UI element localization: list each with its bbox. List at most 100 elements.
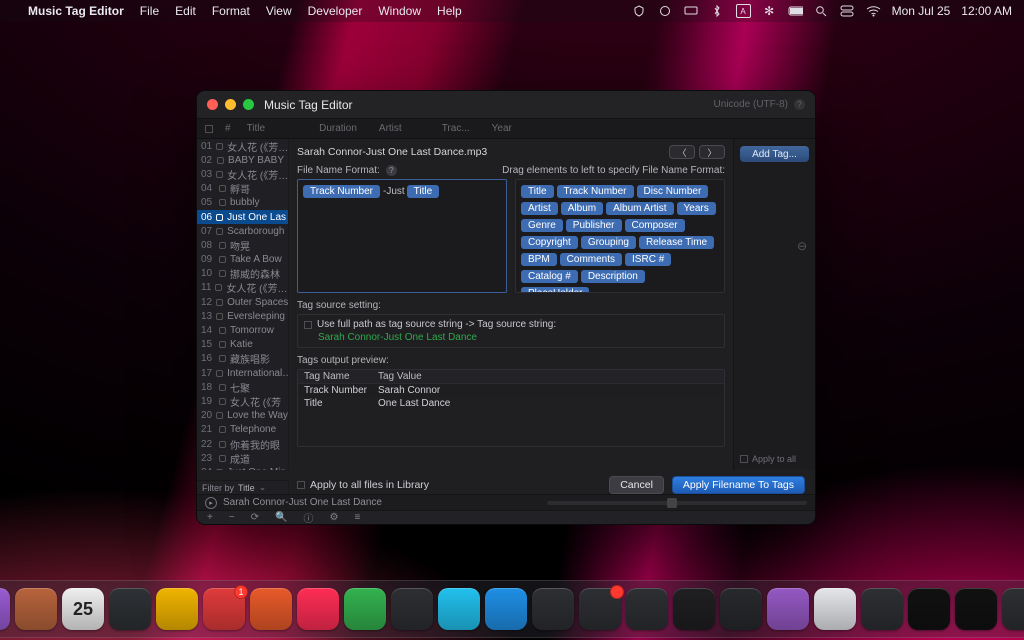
track-row[interactable]: 05bubbly — [197, 196, 288, 210]
available-tag[interactable]: Title — [521, 185, 554, 198]
search-icon[interactable] — [814, 4, 829, 18]
available-tag[interactable]: Artist — [521, 202, 558, 215]
visibility-toggle[interactable] — [216, 228, 223, 235]
visibility-toggle[interactable] — [216, 214, 223, 221]
visibility-toggle[interactable] — [216, 313, 223, 320]
dock-app[interactable] — [438, 588, 480, 630]
menu-help[interactable]: Help — [437, 4, 462, 18]
dock-app[interactable] — [579, 588, 621, 630]
list-icon[interactable]: ≡ — [355, 512, 361, 523]
visibility-toggle[interactable] — [219, 441, 226, 448]
filter-chevron-icon[interactable]: ⌄ — [259, 482, 267, 493]
filter-mode[interactable]: Title — [238, 483, 255, 493]
display-icon[interactable] — [684, 4, 699, 18]
col-year[interactable]: Year — [492, 123, 512, 134]
visibility-toggle[interactable] — [219, 242, 226, 249]
encoding-dropdown[interactable]: Unicode (UTF-8) — [714, 99, 788, 110]
track-list[interactable]: 01女人花 (《芳…02BABY BABY03女人花 (《芳…04孵哥05bub… — [197, 139, 289, 470]
format-tag-token[interactable]: Title — [407, 185, 440, 198]
available-tag[interactable]: Genre — [521, 219, 563, 232]
available-tags-box[interactable]: TitleTrack NumberDisc NumberArtistAlbumA… — [515, 179, 725, 293]
dock-app[interactable] — [344, 588, 386, 630]
track-row[interactable]: 19女人花 (《芳 — [197, 394, 288, 408]
track-row[interactable]: 17International… — [197, 366, 288, 380]
visibility-toggle[interactable] — [219, 398, 226, 405]
track-row[interactable]: 09Take A Bow — [197, 253, 288, 267]
reload-icon[interactable]: ⟳ — [251, 512, 259, 523]
available-tag[interactable]: Years — [677, 202, 716, 215]
dock-app[interactable] — [391, 588, 433, 630]
visibility-toggle[interactable] — [219, 256, 226, 263]
dock-app[interactable] — [1002, 588, 1024, 630]
menu-file[interactable]: File — [140, 4, 159, 18]
dock-app[interactable] — [15, 588, 57, 630]
apply-filename-button[interactable]: Apply Filename To Tags — [672, 476, 805, 494]
dock-app[interactable] — [250, 588, 292, 630]
dock-app[interactable]: 25 — [62, 588, 104, 630]
menubar-app-name[interactable]: Music Tag Editor — [28, 4, 124, 18]
dock-app[interactable] — [908, 588, 950, 630]
visibility-toggle[interactable] — [216, 299, 223, 306]
available-tag[interactable]: Album Artist — [606, 202, 673, 215]
format-text-token[interactable]: -Just — [383, 186, 405, 197]
add-icon[interactable]: + — [207, 512, 213, 523]
fan-icon[interactable]: ✻ — [762, 4, 777, 18]
available-tag[interactable]: Publisher — [566, 219, 622, 232]
bluetooth-icon[interactable] — [710, 4, 725, 18]
dock-app[interactable] — [297, 588, 339, 630]
cancel-button[interactable]: Cancel — [609, 476, 664, 494]
toggles-icon[interactable] — [840, 4, 855, 18]
use-full-path-checkbox[interactable] — [304, 321, 312, 329]
apply-to-all-checkbox[interactable] — [740, 455, 748, 463]
dock-app[interactable] — [0, 588, 10, 630]
settings-icon[interactable]: ⚙ — [330, 512, 339, 523]
dock-app[interactable] — [673, 588, 715, 630]
dock-app[interactable]: 1 — [203, 588, 245, 630]
visibility-toggle[interactable] — [216, 370, 223, 377]
dock-app[interactable] — [767, 588, 809, 630]
minimize-window-button[interactable] — [225, 99, 236, 110]
visibility-toggle[interactable] — [216, 171, 223, 178]
dock-app[interactable] — [485, 588, 527, 630]
apply-all-library-checkbox[interactable] — [297, 481, 305, 489]
track-row[interactable]: 03女人花 (《芳… — [197, 167, 288, 181]
visibility-toggle[interactable] — [219, 426, 226, 433]
menubar-date[interactable]: Mon Jul 25 — [892, 4, 951, 18]
visibility-toggle[interactable] — [217, 157, 224, 164]
track-row[interactable]: 08吻晃 — [197, 238, 288, 252]
dock-app[interactable] — [720, 588, 762, 630]
format-builder-box[interactable]: Track Number-JustTitle — [297, 179, 507, 293]
track-row[interactable]: 06Just One Las — [197, 210, 288, 224]
available-tag[interactable]: Comments — [560, 253, 622, 266]
track-row[interactable]: 20Love the Way — [197, 409, 288, 423]
dock-app[interactable] — [626, 588, 668, 630]
preview-col-name[interactable]: Tag Name — [298, 371, 378, 382]
track-row[interactable]: 11女人花 (《芳… — [197, 281, 288, 295]
visibility-toggle[interactable] — [219, 327, 226, 334]
visibility-toggle[interactable] — [219, 355, 226, 362]
track-row[interactable]: 04孵哥 — [197, 182, 288, 196]
visibility-toggle[interactable] — [219, 185, 226, 192]
dock-app[interactable] — [814, 588, 856, 630]
track-row[interactable]: 02BABY BABY — [197, 153, 288, 167]
track-row[interactable]: 13Eversleeping — [197, 309, 288, 323]
track-row[interactable]: 12Outer Spaces — [197, 295, 288, 309]
menu-view[interactable]: View — [266, 4, 292, 18]
visibility-toggle[interactable] — [215, 284, 222, 291]
available-tag[interactable]: ISRC # — [625, 253, 671, 266]
menu-window[interactable]: Window — [378, 4, 421, 18]
track-row[interactable]: 22你着我的眼 — [197, 437, 288, 451]
menubar-time[interactable]: 12:00 AM — [961, 4, 1012, 18]
menu-format[interactable]: Format — [212, 4, 250, 18]
track-row[interactable]: 15Katie — [197, 338, 288, 352]
visibility-toggle[interactable] — [219, 341, 226, 348]
track-row[interactable]: 16藏族唱影 — [197, 352, 288, 366]
circle-icon[interactable] — [658, 4, 673, 18]
visibility-toggle[interactable] — [219, 270, 226, 277]
remove-tag-button[interactable]: ⊖ — [797, 239, 807, 253]
col-duration[interactable]: Duration — [319, 123, 357, 134]
playback-scrubber[interactable] — [547, 501, 807, 505]
visibility-toggle[interactable] — [216, 412, 223, 419]
wifi-icon[interactable] — [866, 4, 881, 18]
zoom-window-button[interactable] — [243, 99, 254, 110]
